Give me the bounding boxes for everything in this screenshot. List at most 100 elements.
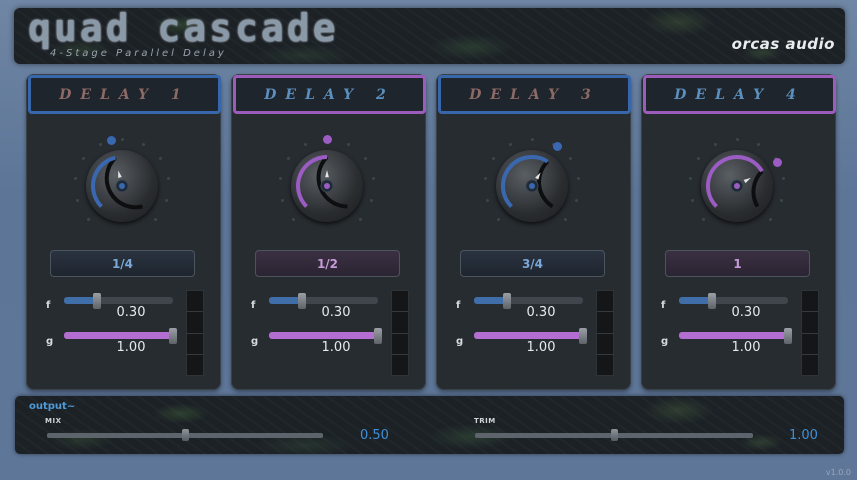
- f-slider-thumb[interactable]: [502, 293, 511, 309]
- app-title: quad cascade: [28, 8, 339, 50]
- f-slider[interactable]: [679, 293, 788, 309]
- mix-slider-thumb[interactable]: [182, 429, 189, 441]
- knob-position-indicator: [106, 135, 116, 145]
- rotary-knob-icon[interactable]: [496, 150, 568, 222]
- f-slider[interactable]: [474, 293, 583, 309]
- f-label: f: [251, 300, 256, 311]
- knob-scale-dot: [509, 142, 513, 146]
- g-slider-thumb[interactable]: [169, 328, 177, 344]
- knob-scale-dot: [304, 142, 308, 146]
- trim-slider-thumb[interactable]: [611, 429, 618, 441]
- knob-scale-dot: [485, 199, 489, 203]
- f-value: 0.30: [731, 305, 761, 320]
- knob-position-indicator: [552, 141, 562, 151]
- g-value: 1.00: [116, 340, 146, 355]
- delay-title: DELAY 1: [28, 75, 221, 114]
- brand-logo: orcas audio: [731, 35, 835, 53]
- knob-scale-dot: [153, 217, 157, 221]
- f-slider-thumb[interactable]: [92, 293, 101, 309]
- rotary-knob-icon[interactable]: [291, 150, 363, 222]
- knob-scale-dot: [120, 137, 124, 141]
- g-label: g: [251, 336, 259, 347]
- knob-scale-dot: [484, 177, 488, 181]
- delay-time-knob-area: [74, 132, 174, 232]
- mix-value: 0.50: [360, 428, 389, 443]
- f-value: 0.30: [116, 305, 146, 320]
- g-slider-thumb[interactable]: [579, 328, 587, 344]
- f-label: f: [46, 300, 51, 311]
- knob-scale-dot: [158, 156, 162, 160]
- trim-label: TRIM: [474, 417, 496, 425]
- knob-scale-dot: [756, 142, 760, 146]
- knob-scale-dot: [689, 177, 693, 181]
- f-slider[interactable]: [64, 293, 173, 309]
- f-value: 0.30: [526, 305, 556, 320]
- f-slider[interactable]: [269, 293, 378, 309]
- note-division-button[interactable]: 1: [665, 250, 810, 277]
- mix-slider[interactable]: [47, 429, 323, 441]
- f-slider-thumb[interactable]: [297, 293, 306, 309]
- f-label: f: [456, 300, 461, 311]
- mix-label: MIX: [45, 417, 62, 425]
- g-label: g: [46, 336, 54, 347]
- trim-slider[interactable]: [475, 429, 753, 441]
- g-value: 1.00: [526, 340, 556, 355]
- app-subtitle: 4-Stage Parallel Delay: [50, 48, 227, 59]
- f-label: f: [661, 300, 666, 311]
- knob-scale-dot: [279, 177, 283, 181]
- note-division-button[interactable]: 1/2: [255, 250, 400, 277]
- knob-position-indicator: [322, 134, 332, 144]
- delay-time-knob-area: [484, 132, 584, 232]
- knob-scale-dot: [75, 199, 79, 203]
- knob-scale-dot: [363, 156, 367, 160]
- knob-scale-dot: [280, 199, 284, 203]
- rotary-knob-icon[interactable]: [86, 150, 158, 222]
- delay-title: DELAY 3: [438, 75, 631, 114]
- g-slider-thumb[interactable]: [374, 328, 382, 344]
- knob-scale-dot: [575, 199, 579, 203]
- output-label: output~: [29, 401, 76, 412]
- knob-scale-dot: [371, 177, 375, 181]
- knob-scale-dot: [690, 199, 694, 203]
- knob-scale-dot: [141, 142, 145, 146]
- note-division-button[interactable]: 3/4: [460, 250, 605, 277]
- f-slider-thumb[interactable]: [707, 293, 716, 309]
- knob-scale-dot: [166, 177, 170, 181]
- level-meter-icon: [801, 290, 819, 376]
- knob-scale-dot: [714, 142, 718, 146]
- delay-panel-3: DELAY 3 3/4 f 0.30 g 1.00: [436, 74, 631, 390]
- g-slider[interactable]: [679, 328, 792, 344]
- f-value: 0.30: [321, 305, 351, 320]
- knob-scale-dot: [563, 217, 567, 221]
- knob-scale-dot: [346, 142, 350, 146]
- g-slider[interactable]: [474, 328, 587, 344]
- delay-title: DELAY 2: [233, 75, 426, 114]
- level-meter-icon: [391, 290, 409, 376]
- trim-value: 1.00: [789, 428, 818, 443]
- delay-panel-2: DELAY 2 1/2 f 0.30 g 1.00: [231, 74, 426, 390]
- header: quad cascade 4-Stage Parallel Delay orca…: [14, 8, 845, 64]
- knob-scale-dot: [568, 156, 572, 160]
- knob-scale-dot: [99, 142, 103, 146]
- knob-scale-dot: [735, 137, 739, 141]
- knob-scale-dot: [165, 199, 169, 203]
- knob-scale-dot: [576, 177, 580, 181]
- output-section: output~ MIX 0.50 TRIM 1.00: [15, 396, 844, 454]
- level-meter-icon: [186, 290, 204, 376]
- knob-scale-dot: [768, 217, 772, 221]
- g-slider[interactable]: [269, 328, 382, 344]
- g-label: g: [456, 336, 464, 347]
- level-meter-icon: [596, 290, 614, 376]
- note-division-button[interactable]: 1/4: [50, 250, 195, 277]
- knob-scale-dot: [358, 217, 362, 221]
- g-value: 1.00: [321, 340, 351, 355]
- rotary-knob-icon[interactable]: [701, 150, 773, 222]
- knob-scale-dot: [370, 199, 374, 203]
- delay-time-knob-area: [279, 132, 379, 232]
- delay-panel-1: DELAY 1 1/4 f 0.30 g 1.00: [26, 74, 221, 390]
- g-slider[interactable]: [64, 328, 177, 344]
- delay-time-knob-area: [689, 132, 789, 232]
- g-value: 1.00: [731, 340, 761, 355]
- g-slider-thumb[interactable]: [784, 328, 792, 344]
- knob-scale-dot: [780, 199, 784, 203]
